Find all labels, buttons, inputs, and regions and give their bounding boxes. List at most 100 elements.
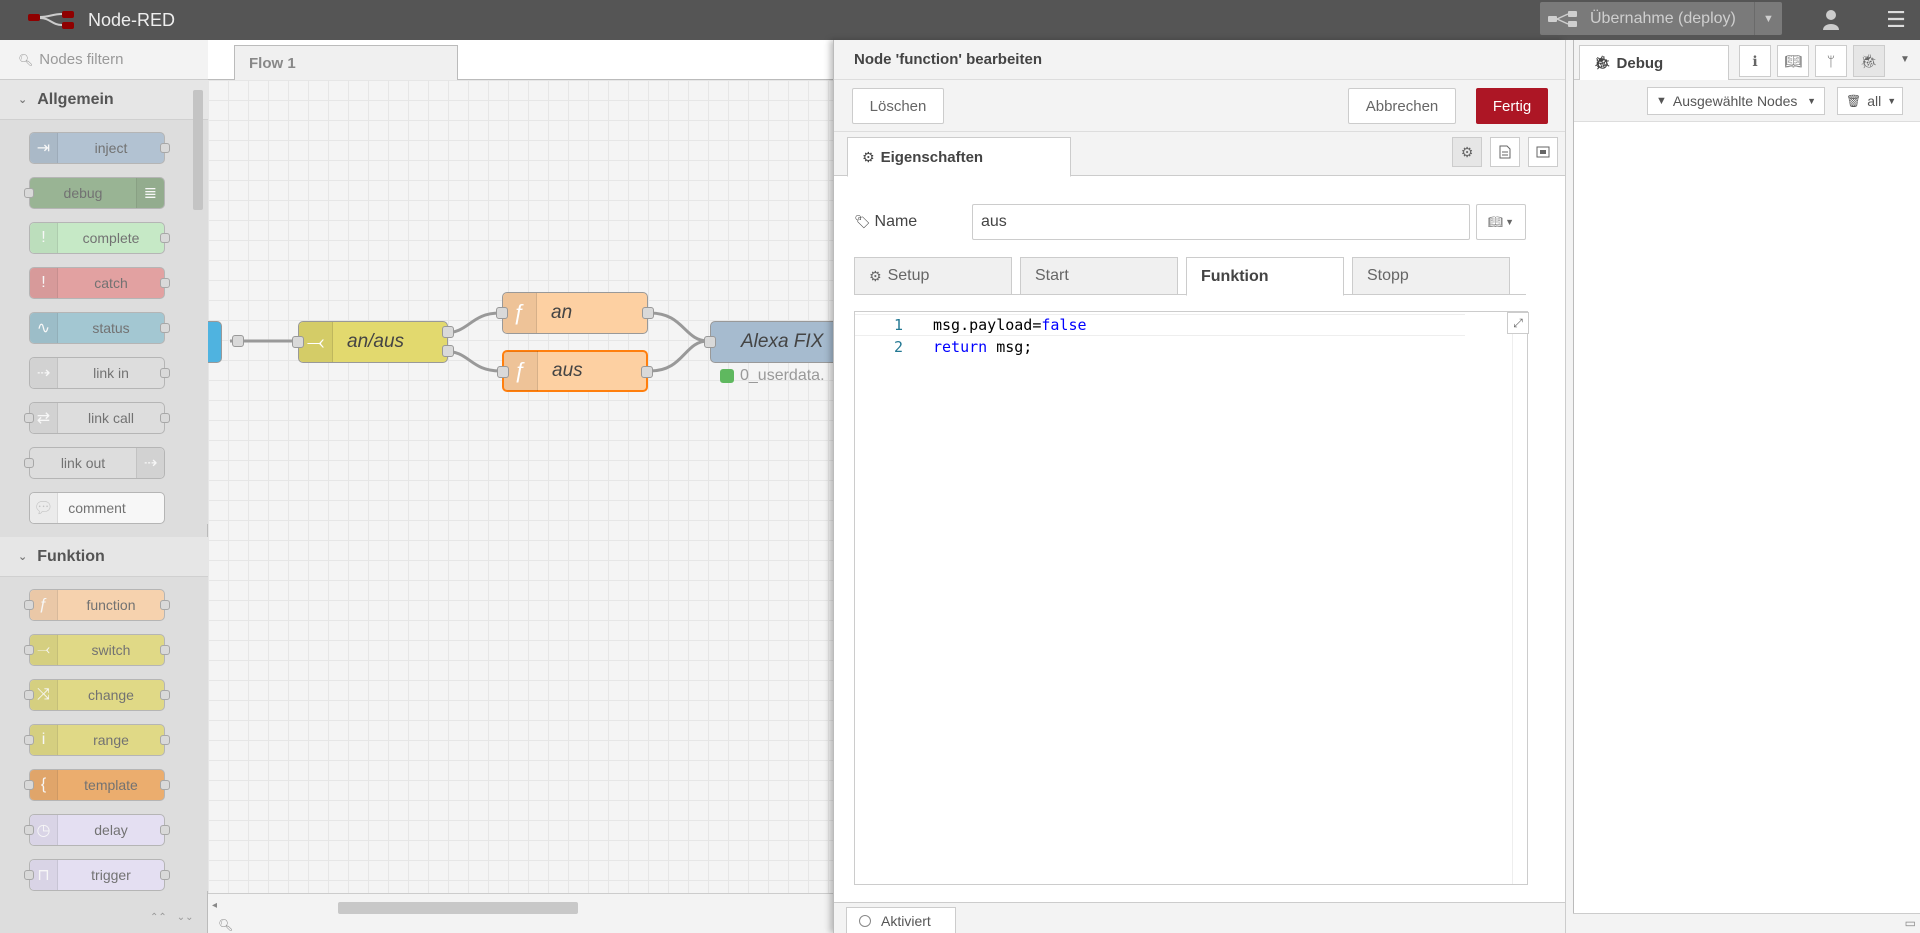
settings-icon[interactable]: ⚙ bbox=[1452, 137, 1482, 167]
palette-node-link-in[interactable]: ⇢ link in bbox=[29, 357, 170, 389]
output-port bbox=[160, 413, 170, 423]
flow-node-aus-label: aus bbox=[552, 360, 583, 381]
expand-all-icon[interactable]: ⌄⌄ bbox=[177, 912, 194, 932]
palette-node-catch[interactable]: ! catch bbox=[29, 267, 170, 299]
palette-node-template[interactable]: {template bbox=[24, 769, 170, 801]
workspace-search-icon[interactable]: 🔍︎ bbox=[218, 918, 233, 932]
palette-node-delay[interactable]: ◷ delay bbox=[24, 814, 170, 846]
flow-node-function-aus[interactable]: ƒ aus bbox=[497, 350, 653, 392]
input-port bbox=[24, 825, 34, 835]
palette-node-range[interactable]: i range bbox=[24, 724, 170, 756]
code-editor[interactable]: ⤢ 1 msg.payload=false 2 return msg; bbox=[854, 311, 1529, 885]
output-port[interactable] bbox=[442, 345, 454, 357]
output-port bbox=[160, 870, 170, 880]
template-icon: { bbox=[30, 770, 58, 800]
subtab-setup[interactable]: ⚙ Setup bbox=[854, 257, 1012, 295]
enabled-toggle[interactable]: Aktiviert bbox=[846, 907, 956, 933]
palette-category-header[interactable]: ⌄ Allgemein bbox=[0, 80, 208, 120]
delete-button[interactable]: Löschen bbox=[852, 88, 944, 124]
palette-node-link-call[interactable]: ⇄ link call bbox=[24, 402, 170, 434]
palette-node-switch[interactable]: ⤙ switch bbox=[24, 634, 170, 666]
input-port[interactable] bbox=[292, 336, 304, 348]
range-icon: i bbox=[30, 725, 58, 755]
input-port[interactable] bbox=[497, 366, 509, 378]
tab-flow-1[interactable]: Flow 1 bbox=[234, 45, 458, 81]
flow-node-alexa[interactable]: Alexa FIX bbox=[704, 321, 833, 363]
palette-node-change[interactable]: ⤨ change bbox=[24, 679, 170, 711]
subtab-funktion[interactable]: Funktion bbox=[1186, 257, 1344, 296]
sidebar-resize-handle[interactable] bbox=[1565, 40, 1573, 933]
editor-title: Node 'function' bearbeiten bbox=[834, 40, 1565, 80]
debug-clear-dropdown[interactable]: 🗑︎ all ▼ bbox=[1837, 87, 1903, 115]
info-icon[interactable]: ℹ bbox=[1739, 45, 1771, 77]
enabled-circle-icon bbox=[859, 915, 871, 927]
list-icon: ≣ bbox=[136, 178, 164, 208]
palette-node-comment[interactable]: 💬︎ comment bbox=[29, 492, 165, 524]
tag-icon: 🏷︎ bbox=[854, 214, 871, 229]
tab-debug[interactable]: 🐞︎ Debug bbox=[1579, 45, 1729, 81]
code-token: msg; bbox=[987, 338, 1033, 356]
deploy-button[interactable]: Übernahme (deploy) ▼ bbox=[1540, 2, 1782, 35]
code-line[interactable]: 1 msg.payload=false bbox=[855, 314, 1465, 336]
flow-node-switch[interactable]: ⤙ an/aus bbox=[292, 321, 454, 363]
output-port[interactable] bbox=[442, 326, 454, 338]
code-token: return bbox=[933, 338, 988, 356]
code-line[interactable]: 2 return msg; bbox=[855, 336, 1465, 358]
flow-canvas[interactable]: ⤙ an/aus ƒ an ƒ aus Alexa FIX 0_userdata… bbox=[208, 80, 833, 893]
appearance-icon[interactable] bbox=[1528, 137, 1558, 167]
code-token: false bbox=[1041, 316, 1087, 334]
flow-node-alexa-label: Alexa FIX bbox=[741, 331, 824, 352]
main-menu-icon[interactable]: ☰ bbox=[1876, 0, 1916, 40]
git-branch-icon[interactable]: ᛘ bbox=[1815, 45, 1847, 77]
palette-scrollbar[interactable] bbox=[193, 90, 203, 210]
palette-search-input[interactable]: 🔍︎ Nodes filtern bbox=[0, 40, 208, 80]
palette-search-placeholder: Nodes filtern bbox=[39, 51, 124, 68]
code-editor-scrollbar[interactable] bbox=[1512, 312, 1528, 884]
output-port bbox=[160, 600, 170, 610]
flow-node-partial-port[interactable] bbox=[232, 335, 244, 347]
flow-node-partial[interactable] bbox=[208, 321, 222, 363]
name-label-text: Name bbox=[874, 213, 918, 230]
user-icon[interactable] bbox=[1814, 0, 1848, 40]
output-port bbox=[160, 368, 170, 378]
tab-properties[interactable]: ⚙ Eigenschaften bbox=[847, 137, 1071, 177]
workspace-footer: ◂ 🔍︎ bbox=[208, 893, 833, 933]
name-input[interactable]: aus bbox=[972, 204, 1470, 240]
editor-property-tabs: ⚙ Eigenschaften ⚙ bbox=[834, 132, 1565, 177]
workspace-horizontal-scrollbar[interactable] bbox=[338, 902, 578, 914]
help-book-icon[interactable]: 📖︎ bbox=[1777, 45, 1809, 77]
subtab-stopp[interactable]: Stopp bbox=[1352, 257, 1510, 295]
tab-debug-label: Debug bbox=[1616, 54, 1664, 72]
deploy-menu-caret-icon[interactable]: ▼ bbox=[1754, 2, 1782, 35]
filter-icon: ▼ bbox=[1656, 95, 1667, 107]
flow-node-function-an[interactable]: ƒ an bbox=[496, 292, 654, 334]
cancel-button[interactable]: Abbrechen bbox=[1348, 88, 1456, 124]
debug-filter-dropdown[interactable]: ▼ Ausgewählte Nodes ▼ bbox=[1647, 87, 1825, 115]
palette-node-inject[interactable]: ⇥ inject bbox=[29, 132, 170, 164]
subtab-start[interactable]: Start bbox=[1020, 257, 1178, 295]
output-port[interactable] bbox=[642, 307, 654, 319]
tab-properties-label: Eigenschaften bbox=[880, 148, 984, 166]
description-icon[interactable] bbox=[1490, 137, 1520, 167]
done-button[interactable]: Fertig bbox=[1476, 88, 1548, 124]
palette-node-complete[interactable]: ! complete bbox=[29, 222, 170, 254]
sidebar: 🐞︎ Debug ℹ 📖︎ ᛘ 🐞︎ ▼ ▼ Ausgewählte Nodes… bbox=[1573, 40, 1920, 933]
palette-node-link-out[interactable]: ⇢ link out bbox=[24, 447, 165, 479]
palette-node-debug[interactable]: ≣ debug bbox=[24, 177, 165, 209]
node-icon-dropdown[interactable]: 📖︎ ▼ bbox=[1476, 204, 1526, 240]
output-port[interactable] bbox=[641, 366, 653, 378]
screen-icon[interactable]: ▭ bbox=[1905, 916, 1916, 930]
palette-category-header[interactable]: ⌄ Funktion bbox=[0, 537, 208, 577]
palette-node-status[interactable]: ∿ status bbox=[29, 312, 170, 344]
debug-bug-icon[interactable]: 🐞︎ bbox=[1853, 45, 1885, 77]
palette-node-trigger[interactable]: ⊓ trigger bbox=[24, 859, 170, 891]
sidebar-menu-chevron-down-icon[interactable]: ▼ bbox=[1900, 54, 1910, 65]
scroll-left-icon[interactable]: ◂ bbox=[212, 900, 217, 911]
collapse-all-icon[interactable]: ⌃⌃ bbox=[150, 912, 167, 932]
input-port[interactable] bbox=[704, 336, 716, 348]
expand-editor-icon[interactable]: ⤢ bbox=[1507, 312, 1529, 334]
search-icon: 🔍︎ bbox=[18, 52, 34, 67]
palette-node-function[interactable]: ƒ function bbox=[24, 589, 170, 621]
node-red-logo-icon bbox=[28, 11, 74, 29]
input-port[interactable] bbox=[496, 307, 508, 319]
